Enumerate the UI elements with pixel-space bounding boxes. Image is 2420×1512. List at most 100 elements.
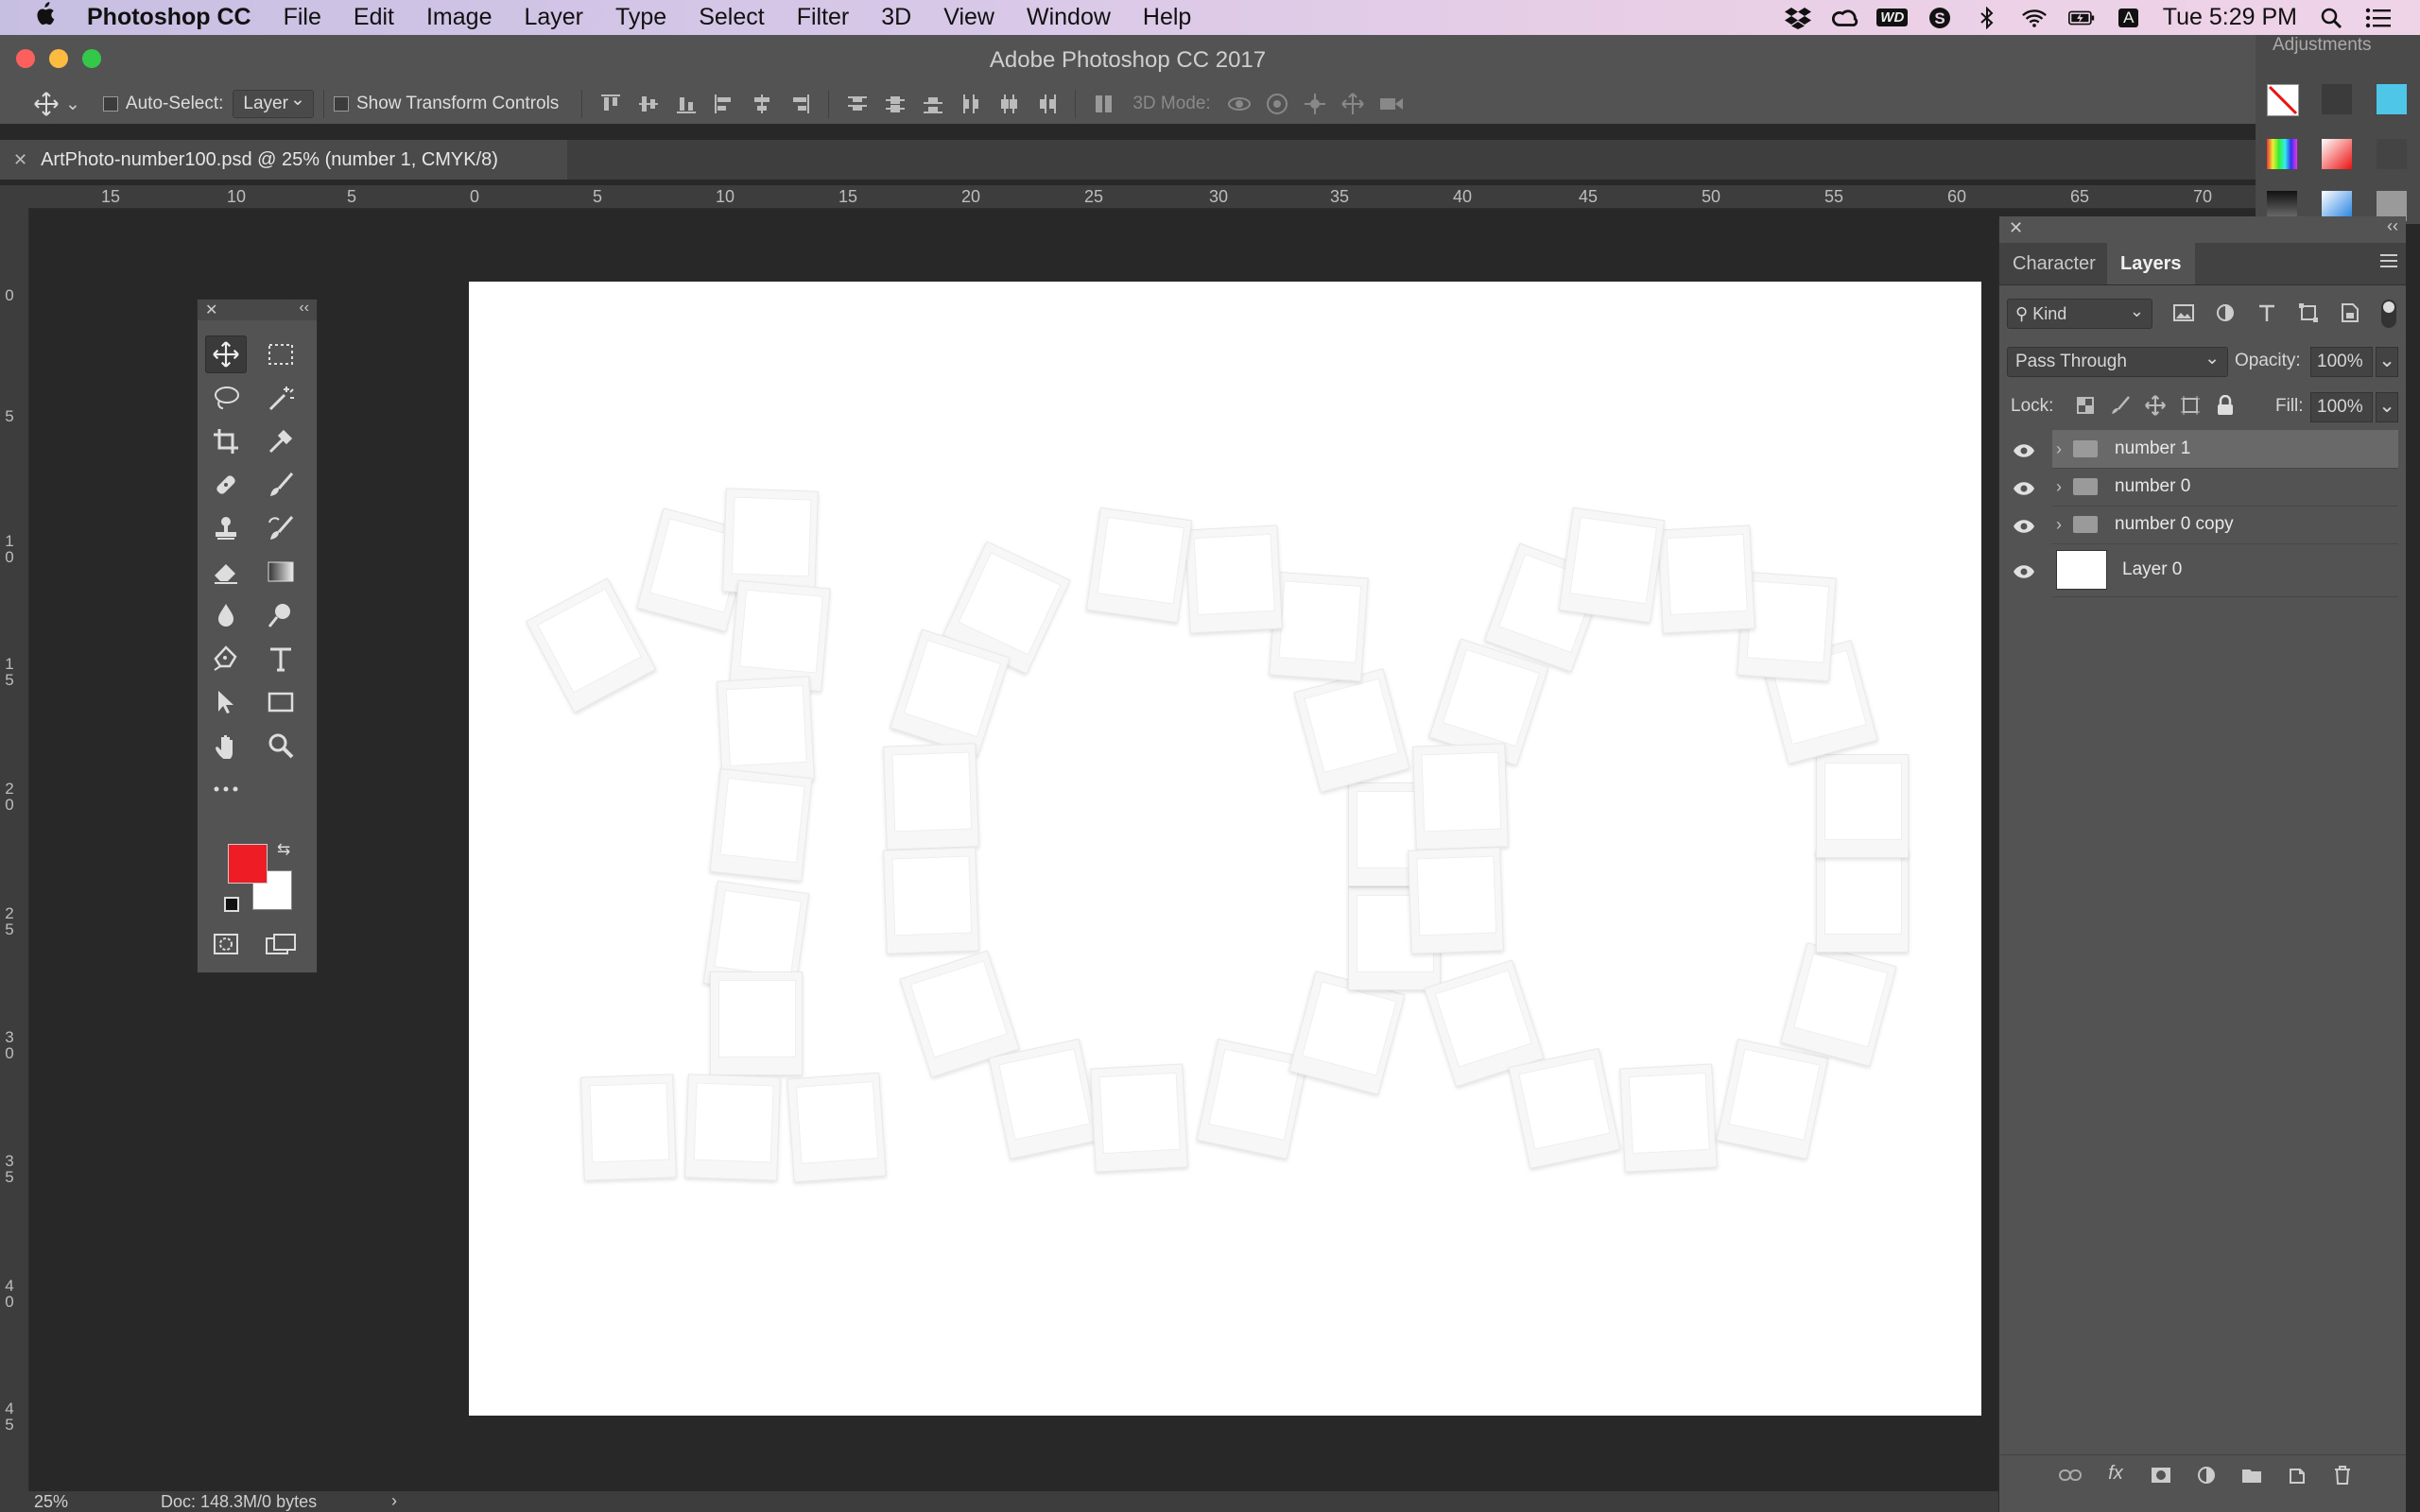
distribute-bottom-icon[interactable] [921, 92, 945, 116]
menu-window[interactable]: Window [1027, 4, 1111, 31]
fill-dropdown-icon[interactable]: ⌄ [2376, 392, 2398, 422]
layer-row-number-0[interactable]: › number 0 [1999, 468, 2406, 507]
menu-view[interactable]: View [943, 4, 994, 31]
swap-colors-icon[interactable]: ⇆ [277, 840, 290, 859]
new-adjustment-layer-icon[interactable] [2194, 1463, 2219, 1487]
visibility-eye-icon[interactable] [2013, 441, 2035, 457]
filter-shape-icon[interactable] [2296, 301, 2321, 325]
link-layers-icon[interactable] [2058, 1463, 2083, 1487]
menu-image[interactable]: Image [426, 4, 492, 31]
layer-item[interactable]: Layer 0 [2052, 543, 2398, 597]
marquee-tool-icon[interactable] [260, 335, 302, 373]
close-tab-icon[interactable]: ✕ [13, 150, 27, 170]
document-tab[interactable]: ✕ ArtPhoto-number100.psd @ 25% (number 1… [0, 140, 567, 180]
menu-edit[interactable]: Edit [354, 4, 394, 31]
adjustments-tab[interactable]: Adjustments [2273, 35, 2372, 56]
default-colors-icon[interactable] [224, 897, 239, 912]
opacity-dropdown-icon[interactable]: ⌄ [2376, 347, 2398, 377]
tools-close-icon[interactable]: ✕ [205, 301, 217, 319]
distribute-right-icon[interactable] [1034, 92, 1059, 116]
screen-mode-icon[interactable] [260, 925, 302, 963]
status-menu-arrow-icon[interactable]: › [391, 1491, 397, 1511]
foreground-color-swatch[interactable] [228, 844, 268, 884]
layer-style-fx-icon[interactable]: fx [2103, 1461, 2128, 1486]
layer-row-number-0-copy[interactable]: › number 0 copy [1999, 506, 2406, 544]
bluetooth-icon[interactable] [1974, 6, 2000, 29]
3d-slide-icon[interactable] [1340, 92, 1365, 116]
align-vcenter-icon[interactable] [636, 92, 661, 116]
panel-close-icon[interactable]: ✕ [2009, 218, 2023, 238]
layer-filter-kind-dropdown[interactable]: ⚲ Kind ⌄ [2007, 299, 2152, 329]
path-selection-tool-icon[interactable] [205, 683, 247, 721]
filter-smart-object-icon[interactable] [2338, 301, 2362, 325]
battery-icon[interactable] [2067, 7, 2095, 29]
menu-3d[interactable]: 3D [881, 4, 911, 31]
type-tool-icon[interactable] [260, 640, 302, 678]
zoom-level[interactable]: 25% [34, 1492, 68, 1512]
lock-all-icon[interactable] [2213, 393, 2238, 418]
move-tool-icon[interactable] [205, 335, 247, 373]
pen-tool-icon[interactable] [205, 640, 247, 678]
distribute-top-icon[interactable] [845, 92, 870, 116]
3d-pan-icon[interactable] [1303, 92, 1327, 116]
healing-brush-tool-icon[interactable] [205, 466, 247, 504]
document-canvas[interactable] [469, 282, 1981, 1416]
clone-stamp-tool-icon[interactable] [205, 509, 247, 547]
lock-image-pixels-icon[interactable] [2108, 393, 2133, 418]
expand-chevron-icon[interactable]: › [2056, 515, 2062, 535]
tools-panel-header[interactable]: ✕ ‹‹ [198, 300, 317, 320]
auto-select-checkbox[interactable] [102, 96, 118, 112]
tab-layers[interactable]: Layers [2107, 243, 2195, 284]
brush-tool-icon[interactable] [260, 466, 302, 504]
layer-row-layer-0[interactable]: Layer 0 [1999, 543, 2406, 597]
notification-center-icon[interactable] [2365, 7, 2392, 29]
blur-tool-icon[interactable] [205, 596, 247, 634]
3d-orbit-icon[interactable] [1227, 92, 1252, 116]
swatch-gray-icon[interactable] [2377, 139, 2407, 169]
rectangle-tool-icon[interactable] [260, 683, 302, 721]
align-left-icon[interactable] [712, 92, 736, 116]
3d-roll-icon[interactable] [1265, 92, 1289, 116]
menu-file[interactable]: File [284, 4, 321, 31]
gradient-tool-icon[interactable] [260, 553, 302, 591]
fill-input[interactable]: 100% [2310, 392, 2373, 422]
apple-icon[interactable] [34, 2, 55, 33]
lock-position-icon[interactable] [2143, 393, 2168, 418]
layer-row-number-1[interactable]: › number 1 [1999, 430, 2406, 469]
swatch-cyan-icon[interactable] [2377, 84, 2407, 114]
align-top-icon[interactable] [598, 92, 623, 116]
visibility-eye-icon[interactable] [2013, 479, 2035, 495]
distribute-left-icon[interactable] [959, 92, 983, 116]
lock-transparent-pixels-icon[interactable] [2073, 393, 2098, 418]
lock-artboard-icon[interactable] [2178, 393, 2203, 418]
layer-item[interactable]: › number 1 [2052, 430, 2398, 469]
swatch-red-icon[interactable] [2322, 139, 2352, 169]
vertical-ruler[interactable]: 0 5 10 15 20 25 30 35 40 45 [0, 208, 29, 1493]
expand-chevron-icon[interactable]: › [2056, 477, 2062, 497]
layer-item[interactable]: › number 0 [2052, 468, 2398, 507]
add-mask-icon[interactable] [2149, 1463, 2173, 1487]
auto-align-layers-icon[interactable] [1092, 92, 1116, 116]
align-hcenter-icon[interactable] [750, 92, 774, 116]
swatch-spectrum-icon[interactable] [2267, 139, 2297, 169]
delete-layer-icon[interactable] [2330, 1463, 2355, 1487]
show-transform-checkbox[interactable] [333, 96, 349, 112]
opacity-input[interactable]: 100% [2310, 347, 2373, 377]
zoom-tool-icon[interactable] [260, 727, 302, 765]
menu-select[interactable]: Select [699, 4, 764, 31]
filter-toggle-icon[interactable] [2381, 300, 2396, 328]
menu-type[interactable]: Type [615, 4, 666, 31]
eraser-tool-icon[interactable] [205, 553, 247, 591]
wifi-icon[interactable] [2021, 7, 2048, 29]
history-brush-tool-icon[interactable] [260, 509, 302, 547]
panel-collapse-icon[interactable]: ‹‹ [2387, 216, 2398, 236]
more-tools-icon[interactable] [205, 770, 247, 808]
expand-chevron-icon[interactable]: › [2056, 439, 2062, 459]
eyedropper-tool-icon[interactable] [260, 422, 302, 460]
creative-cloud-icon[interactable] [1831, 7, 1858, 29]
spotlight-icon[interactable] [2318, 7, 2344, 29]
distribute-vcenter-icon[interactable] [883, 92, 908, 116]
align-bottom-icon[interactable] [674, 92, 699, 116]
visibility-eye-icon[interactable] [2013, 562, 2035, 578]
auto-select-dropdown[interactable]: Layer [233, 89, 314, 118]
